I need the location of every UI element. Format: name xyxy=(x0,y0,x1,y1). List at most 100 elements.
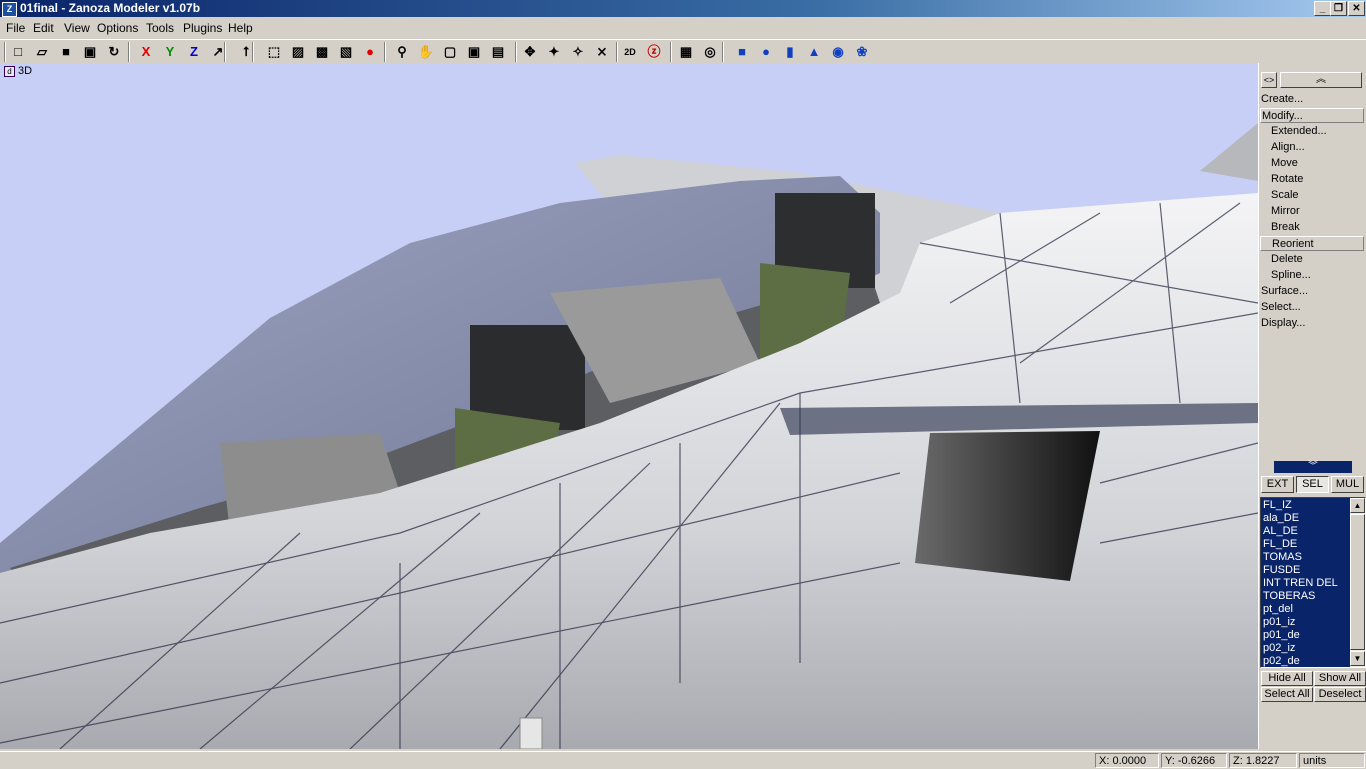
panel-collapse-button[interactable]: <> xyxy=(1261,72,1277,88)
list-item[interactable]: TOMAS xyxy=(1263,551,1302,564)
close-button[interactable]: ✕ xyxy=(1348,1,1365,16)
y-axis-icon[interactable]: Y xyxy=(160,42,180,62)
tab-ext[interactable]: EXT xyxy=(1261,476,1294,493)
toolbar-separator xyxy=(616,42,618,62)
viewport-menu-icon[interactable]: d xyxy=(4,65,15,77)
create-cone-icon[interactable]: ▲ xyxy=(804,42,824,62)
x-axis-icon[interactable]: X xyxy=(136,42,156,62)
list-item[interactable]: ala_DE xyxy=(1263,512,1299,525)
view-2d3d-icon[interactable]: 2D xyxy=(620,42,640,62)
tab-sel[interactable]: SEL xyxy=(1296,476,1329,493)
hide-all-button[interactable]: Hide All xyxy=(1261,671,1313,686)
command-reorient[interactable]: Reorient xyxy=(1260,236,1364,251)
command-create[interactable]: Create... xyxy=(1260,92,1364,107)
list-item[interactable]: TOBERAS xyxy=(1263,590,1315,603)
save-icon[interactable]: ■ xyxy=(56,42,76,62)
create-torus-icon[interactable]: ◉ xyxy=(828,42,848,62)
scroll-down-arrow-icon[interactable]: ▼ xyxy=(1350,651,1365,666)
z-axis-icon[interactable]: Z xyxy=(184,42,204,62)
command-break[interactable]: Break xyxy=(1260,220,1364,235)
vertex-select-icon[interactable]: ⭡ xyxy=(236,42,256,62)
zoom-region-icon[interactable]: ▣ xyxy=(464,42,484,62)
list-item[interactable]: pt_del xyxy=(1263,603,1293,616)
command-display[interactable]: Display... xyxy=(1260,316,1364,331)
toolbar-separator xyxy=(384,42,386,62)
open-icon[interactable]: ▱ xyxy=(32,42,52,62)
command-delete[interactable]: Delete xyxy=(1260,252,1364,267)
list-item[interactable]: p01_de xyxy=(1263,629,1300,642)
create-box-icon[interactable]: ■ xyxy=(732,42,752,62)
minimize-button[interactable]: _ xyxy=(1314,1,1331,16)
axes-gizmo-icon[interactable]: ⨯ xyxy=(592,42,612,62)
z-mode-icon[interactable]: ⓩ xyxy=(644,42,664,62)
cube-edge-icon[interactable]: ▨ xyxy=(288,42,308,62)
command-modify[interactable]: Modify... xyxy=(1260,108,1364,123)
list-item[interactable]: AL_DE xyxy=(1263,525,1298,538)
command-spline[interactable]: Spline... xyxy=(1260,268,1364,283)
render-sphere-icon[interactable]: ● xyxy=(360,42,380,62)
command-surface[interactable]: Surface... xyxy=(1260,284,1364,299)
list-item[interactable]: FL_IZ xyxy=(1263,499,1292,512)
toolbar-separator xyxy=(722,42,724,62)
panel-scroll-up-button[interactable]: ︽ xyxy=(1280,72,1362,88)
show-all-button[interactable]: Show All xyxy=(1314,671,1366,686)
new-icon[interactable]: □ xyxy=(8,42,28,62)
create-gear-icon[interactable]: ❀ xyxy=(852,42,872,62)
axis-cursor-icon[interactable]: ↗ xyxy=(208,42,228,62)
command-rotate[interactable]: Rotate xyxy=(1260,172,1364,187)
scroll-thumb[interactable] xyxy=(1350,514,1365,650)
command-select[interactable]: Select... xyxy=(1260,300,1364,315)
panel-scroll-down-button[interactable]: ︾ xyxy=(1274,461,1352,473)
create-cylinder-icon[interactable]: ▮ xyxy=(780,42,800,62)
list-item[interactable]: p01_iz xyxy=(1263,616,1295,629)
pan-hand-icon[interactable]: ✋ xyxy=(416,42,436,62)
toolbar-separator xyxy=(670,42,672,62)
tab-mul[interactable]: MUL xyxy=(1331,476,1364,493)
export-icon[interactable]: ↻ xyxy=(104,42,124,62)
list-item[interactable]: p02_iz xyxy=(1263,642,1295,655)
status-bar: X: 0.0000 Y: -0.6266 Z: 1.8227 units xyxy=(0,751,1366,769)
select-all-button[interactable]: Select All xyxy=(1261,687,1313,702)
app-icon[interactable]: Z xyxy=(2,2,17,17)
toolbar-separator xyxy=(128,42,130,62)
list-item[interactable]: INT TREN DEL xyxy=(1263,577,1338,590)
list-item[interactable]: FL_DE xyxy=(1263,538,1297,551)
viewport-3d[interactable]: d 3D xyxy=(0,63,1258,749)
command-scale[interactable]: Scale xyxy=(1260,188,1364,203)
command-mirror[interactable]: Mirror xyxy=(1260,204,1364,219)
scale-vertex-icon[interactable]: ✦ xyxy=(544,42,564,62)
save-as-icon[interactable]: ▣ xyxy=(80,42,100,62)
center-snap-icon[interactable]: ◎ xyxy=(700,42,720,62)
viewport-label[interactable]: d 3D xyxy=(4,65,32,77)
command-move[interactable]: Move xyxy=(1260,156,1364,171)
move-vertex-icon[interactable]: ✥ xyxy=(520,42,540,62)
command-align[interactable]: Align... xyxy=(1260,140,1364,155)
menu-help[interactable]: Help xyxy=(228,21,253,35)
scroll-up-arrow-icon[interactable]: ▲ xyxy=(1350,498,1365,513)
box-view-icon[interactable]: ▢ xyxy=(440,42,460,62)
menu-options[interactable]: Options xyxy=(97,21,138,35)
status-y: Y: -0.6266 xyxy=(1161,753,1227,768)
menu-edit[interactable]: Edit xyxy=(33,21,54,35)
menu-view[interactable]: View xyxy=(64,21,90,35)
grid-snap-icon[interactable]: ▦ xyxy=(676,42,696,62)
camera-icon[interactable]: ▤ xyxy=(488,42,508,62)
create-sphere-icon[interactable]: ● xyxy=(756,42,776,62)
menu-file[interactable]: File xyxy=(6,21,25,35)
menu-plugins[interactable]: Plugins xyxy=(183,21,222,35)
deselect-button[interactable]: Deselect xyxy=(1314,687,1366,702)
list-item[interactable]: FUSDE xyxy=(1263,564,1300,577)
rotate-vertex-icon[interactable]: ✧ xyxy=(568,42,588,62)
list-item[interactable]: p02_de xyxy=(1263,655,1300,667)
cube-face-icon[interactable]: ▩ xyxy=(312,42,332,62)
status-z: Z: 1.8227 xyxy=(1229,753,1297,768)
cube-object-icon[interactable]: ▧ xyxy=(336,42,356,62)
command-extended[interactable]: Extended... xyxy=(1260,124,1364,139)
menu-tools[interactable]: Tools xyxy=(146,21,174,35)
cube-select-icon[interactable]: ⬚ xyxy=(264,42,284,62)
maximize-button[interactable]: ❐ xyxy=(1330,1,1347,16)
zoom-icon[interactable]: ⚲ xyxy=(392,42,412,62)
status-x: X: 0.0000 xyxy=(1095,753,1159,768)
object-list-scrollbar[interactable]: ▲ ▼ xyxy=(1350,498,1365,667)
object-list[interactable]: p02_de p02_iz p01_de p01_iz pt_del TOBERAS INT… xyxy=(1260,497,1366,668)
